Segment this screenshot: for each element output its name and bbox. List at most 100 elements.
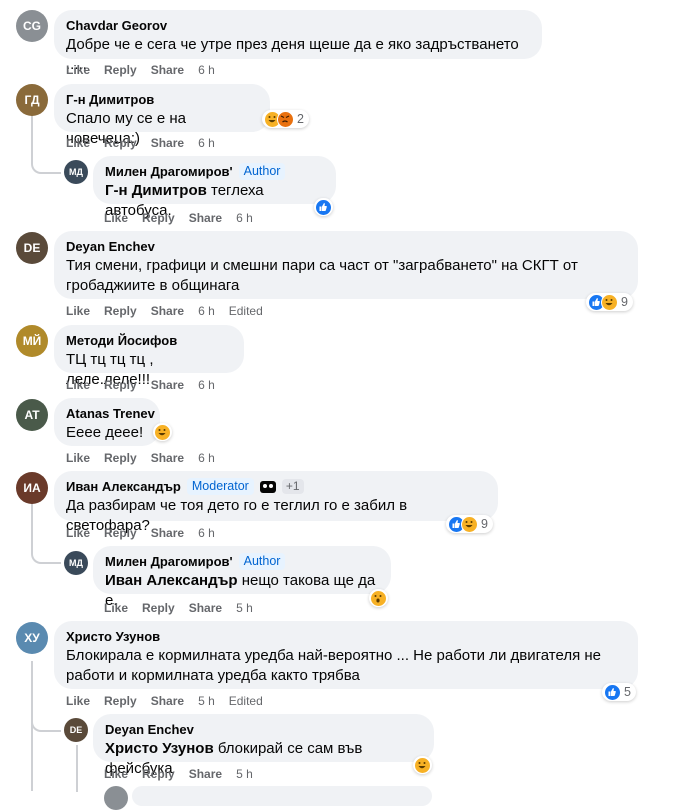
mention-link[interactable]: Иван Александър [105,572,238,589]
comment-bubble: Христо Узунов Блокирала е кормилната уре… [54,621,638,689]
moderator-badge: Moderator [186,478,254,495]
timestamp[interactable]: 5 h [198,694,215,708]
share-button[interactable]: Share [151,526,184,540]
top-fan-icon [259,480,276,493]
comment-bubble: Милен Драгомиров' Author Г-н Димитров тег… [93,156,336,219]
like-button[interactable]: Like [66,378,90,392]
mention-link[interactable]: Христо Узунов [105,740,214,757]
mention-link[interactable]: Г-н Димитров [105,182,207,199]
comment-text: Блокирала е кормилната уредба най-вероят… [66,647,601,684]
avatar[interactable]: МД [64,160,88,184]
author-name[interactable]: Chavdar Georov [66,18,167,33]
comment-bubble: Иван Александър Moderator +1 Да разбирам… [54,471,498,534]
reactions-summary[interactable] [413,756,432,774]
reply-button[interactable]: Reply [104,304,137,318]
share-button[interactable]: Share [189,211,222,225]
author-name[interactable]: Deyan Enchev [105,722,194,737]
like-button[interactable]: Like [66,526,90,540]
comment-bubble [132,786,432,806]
reply-button[interactable]: Reply [142,601,175,615]
wow-icon [370,589,387,607]
reactions-summary[interactable] [314,198,333,216]
comment-bubble: Методи Йосифов ТЦ тц тц тц , леле.леле!!… [54,325,244,388]
reply-button[interactable]: Reply [104,378,137,392]
reactions-summary[interactable]: 5 [602,683,636,701]
timestamp[interactable]: 6 h [198,526,215,540]
like-button[interactable]: Like [66,136,90,150]
edited-label[interactable]: Edited [229,304,263,318]
reactions-summary[interactable]: 9 [446,515,493,533]
comment-bubble: Chavdar Georov Добре че е сега че утре п… [54,10,542,73]
timestamp[interactable]: 6 h [198,451,215,465]
timestamp[interactable]: 6 h [236,211,253,225]
reaction-count: 2 [297,112,304,126]
comment-bubble: Atanas Trenev Еееe деее! [54,398,160,446]
avatar[interactable]: МД [64,551,88,575]
reply-button[interactable]: Reply [104,451,137,465]
author-badge: Author [238,163,286,180]
edited-label[interactable]: Edited [229,694,263,708]
reactions-summary[interactable]: 2 [262,110,309,128]
author-name[interactable]: Atanas Trenev [66,406,155,421]
reaction-count: 5 [624,685,631,699]
avatar[interactable]: DE [64,718,88,742]
share-button[interactable]: Share [189,767,222,781]
like-button[interactable]: Like [104,767,128,781]
author-name[interactable]: Христо Узунов [66,629,160,644]
avatar[interactable]: ХУ [16,622,48,654]
share-button[interactable]: Share [151,136,184,150]
haha-icon [154,423,171,441]
avatar[interactable]: AT [16,399,48,431]
reply-button[interactable]: Reply [104,526,137,540]
like-icon [315,198,332,216]
avatar[interactable]: ИА [16,472,48,504]
author-name[interactable]: Иван Александър [66,479,181,494]
share-button[interactable]: Share [151,378,184,392]
like-button[interactable]: Like [66,451,90,465]
like-button[interactable]: Like [104,211,128,225]
reply-button[interactable]: Reply [104,136,137,150]
avatar[interactable]: DE [16,232,48,264]
extra-badges[interactable]: +1 [281,479,304,494]
share-button[interactable]: Share [151,451,184,465]
reaction-count: 9 [621,295,628,309]
share-button[interactable]: Share [151,63,184,77]
avatar[interactable]: МЙ [16,325,48,357]
author-name[interactable]: Г-н Димитров [66,92,154,107]
timestamp[interactable]: 6 h [198,304,215,318]
share-button[interactable]: Share [151,694,184,708]
thread-line [76,745,78,792]
author-name[interactable]: Милен Драгомиров' [105,164,233,179]
comment-bubble: Милен Драгомиров' Author Иван Александър … [93,546,391,609]
reactions-summary[interactable]: 9 [586,293,633,311]
timestamp[interactable]: 6 h [198,136,215,150]
like-button[interactable]: Like [66,304,90,318]
like-button[interactable]: Like [66,694,90,708]
avatar[interactable] [104,786,128,810]
haha-icon [414,756,431,774]
author-badge: Author [238,553,286,570]
haha-icon [461,515,478,533]
avatar[interactable]: ГД [16,84,48,116]
comment-bubble: Deyan Enchev Тия смени, графици и смешни… [54,231,638,299]
timestamp[interactable]: 5 h [236,601,253,615]
like-button[interactable]: Like [104,601,128,615]
share-button[interactable]: Share [189,601,222,615]
reply-button[interactable]: Reply [104,63,137,77]
share-button[interactable]: Share [151,304,184,318]
timestamp[interactable]: 6 h [198,63,215,77]
timestamp[interactable]: 6 h [198,378,215,392]
author-name[interactable]: Милен Драгомиров' [105,554,233,569]
reactions-summary[interactable] [369,589,388,607]
reply-button[interactable]: Reply [104,694,137,708]
reply-button[interactable]: Reply [142,767,175,781]
timestamp[interactable]: 5 h [236,767,253,781]
reactions-summary[interactable] [153,423,172,441]
author-name[interactable]: Deyan Enchev [66,239,155,254]
comment-text: Еееe деее! [66,424,144,441]
author-name[interactable]: Методи Йосифов [66,333,177,348]
like-button[interactable]: Like [66,63,90,77]
avatar[interactable]: CG [16,10,48,42]
comment-text: Тия смени, графици и смешни пари са част… [66,257,578,294]
reply-button[interactable]: Reply [142,211,175,225]
